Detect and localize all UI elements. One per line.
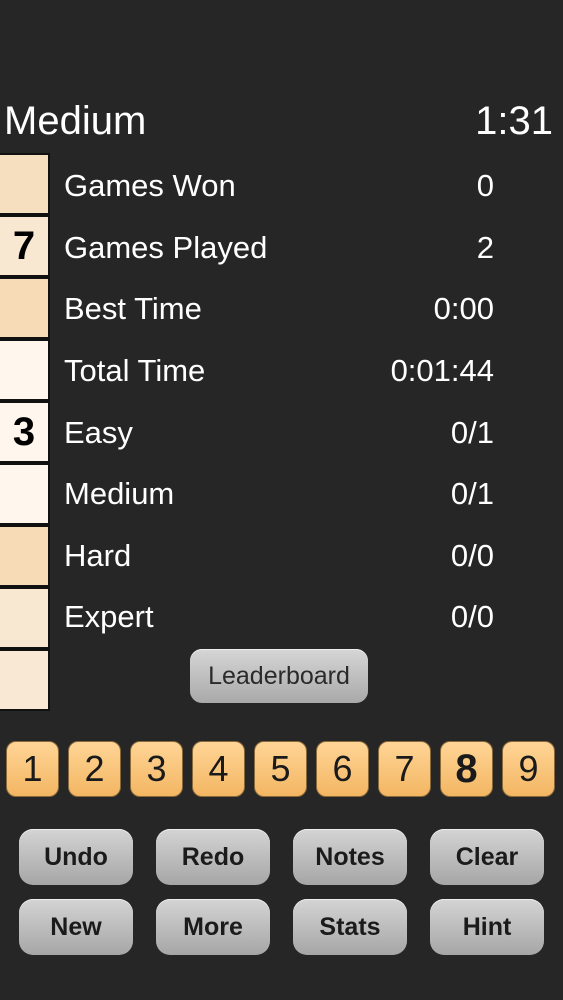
stat-label: Games Played xyxy=(64,230,268,265)
digit-key-2[interactable]: 2 xyxy=(68,741,121,797)
stat-row-expert: Expert 0/0 xyxy=(64,597,494,637)
stat-row-easy: Easy 0/1 xyxy=(64,413,494,453)
stat-value: 0/0 xyxy=(450,538,494,573)
stat-value: 0/0 xyxy=(450,599,494,634)
sudoku-grid-column: 7 3 xyxy=(0,153,51,716)
undo-button[interactable]: Undo xyxy=(19,829,133,885)
stat-value: 0/1 xyxy=(450,476,494,511)
digit-key-5[interactable]: 5 xyxy=(254,741,307,797)
difficulty-title: Medium xyxy=(4,99,147,143)
stat-label: Easy xyxy=(64,415,133,450)
digit-key-3[interactable]: 3 xyxy=(130,741,183,797)
stat-row-total-time: Total Time 0:01:44 xyxy=(64,351,494,391)
grid-cell-3[interactable] xyxy=(0,277,50,339)
stat-row-best-time: Best Time 0:00 xyxy=(64,289,494,329)
grid-cell-2[interactable]: 7 xyxy=(0,215,50,277)
stat-label: Medium xyxy=(64,476,175,511)
clear-button[interactable]: Clear xyxy=(430,829,544,885)
stat-value: 0:01:44 xyxy=(390,353,494,388)
stat-value: 0 xyxy=(476,168,494,203)
stat-row-games-played: Games Played 2 xyxy=(64,228,494,268)
stat-value: 0:00 xyxy=(433,291,494,326)
grid-cell-8[interactable] xyxy=(0,587,50,649)
stat-row-games-won: Games Won 0 xyxy=(64,166,494,206)
grid-cell-7[interactable] xyxy=(0,525,50,587)
redo-button[interactable]: Redo xyxy=(156,829,270,885)
stat-label: Best Time xyxy=(64,291,202,326)
notes-button[interactable]: Notes xyxy=(293,829,407,885)
digit-key-9[interactable]: 9 xyxy=(502,741,555,797)
more-button[interactable]: More xyxy=(156,899,270,955)
digit-key-7[interactable]: 7 xyxy=(378,741,431,797)
stat-row-hard: Hard 0/0 xyxy=(64,536,494,576)
grid-cell-1[interactable] xyxy=(0,153,50,215)
digit-key-6[interactable]: 6 xyxy=(316,741,369,797)
stat-label: Games Won xyxy=(64,168,236,203)
digit-key-1[interactable]: 1 xyxy=(6,741,59,797)
stat-value: 0/1 xyxy=(450,415,494,450)
digit-keypad: 1 2 3 4 5 6 7 8 9 xyxy=(6,741,558,799)
stat-row-medium: Medium 0/1 xyxy=(64,474,494,514)
grid-cell-4[interactable] xyxy=(0,339,50,401)
digit-key-4[interactable]: 4 xyxy=(192,741,245,797)
new-game-button[interactable]: New xyxy=(19,899,133,955)
grid-cell-9[interactable] xyxy=(0,649,50,711)
stat-label: Expert xyxy=(64,599,154,634)
leaderboard-button[interactable]: Leaderboard xyxy=(190,649,368,703)
digit-key-8[interactable]: 8 xyxy=(440,741,493,797)
stat-label: Total Time xyxy=(64,353,206,388)
stat-label: Hard xyxy=(64,538,132,573)
stat-value: 2 xyxy=(476,230,494,265)
grid-cell-6[interactable] xyxy=(0,463,50,525)
stats-button[interactable]: Stats xyxy=(293,899,407,955)
game-timer: 1:31 xyxy=(475,99,553,143)
hint-button[interactable]: Hint xyxy=(430,899,544,955)
grid-cell-5[interactable]: 3 xyxy=(0,401,50,463)
